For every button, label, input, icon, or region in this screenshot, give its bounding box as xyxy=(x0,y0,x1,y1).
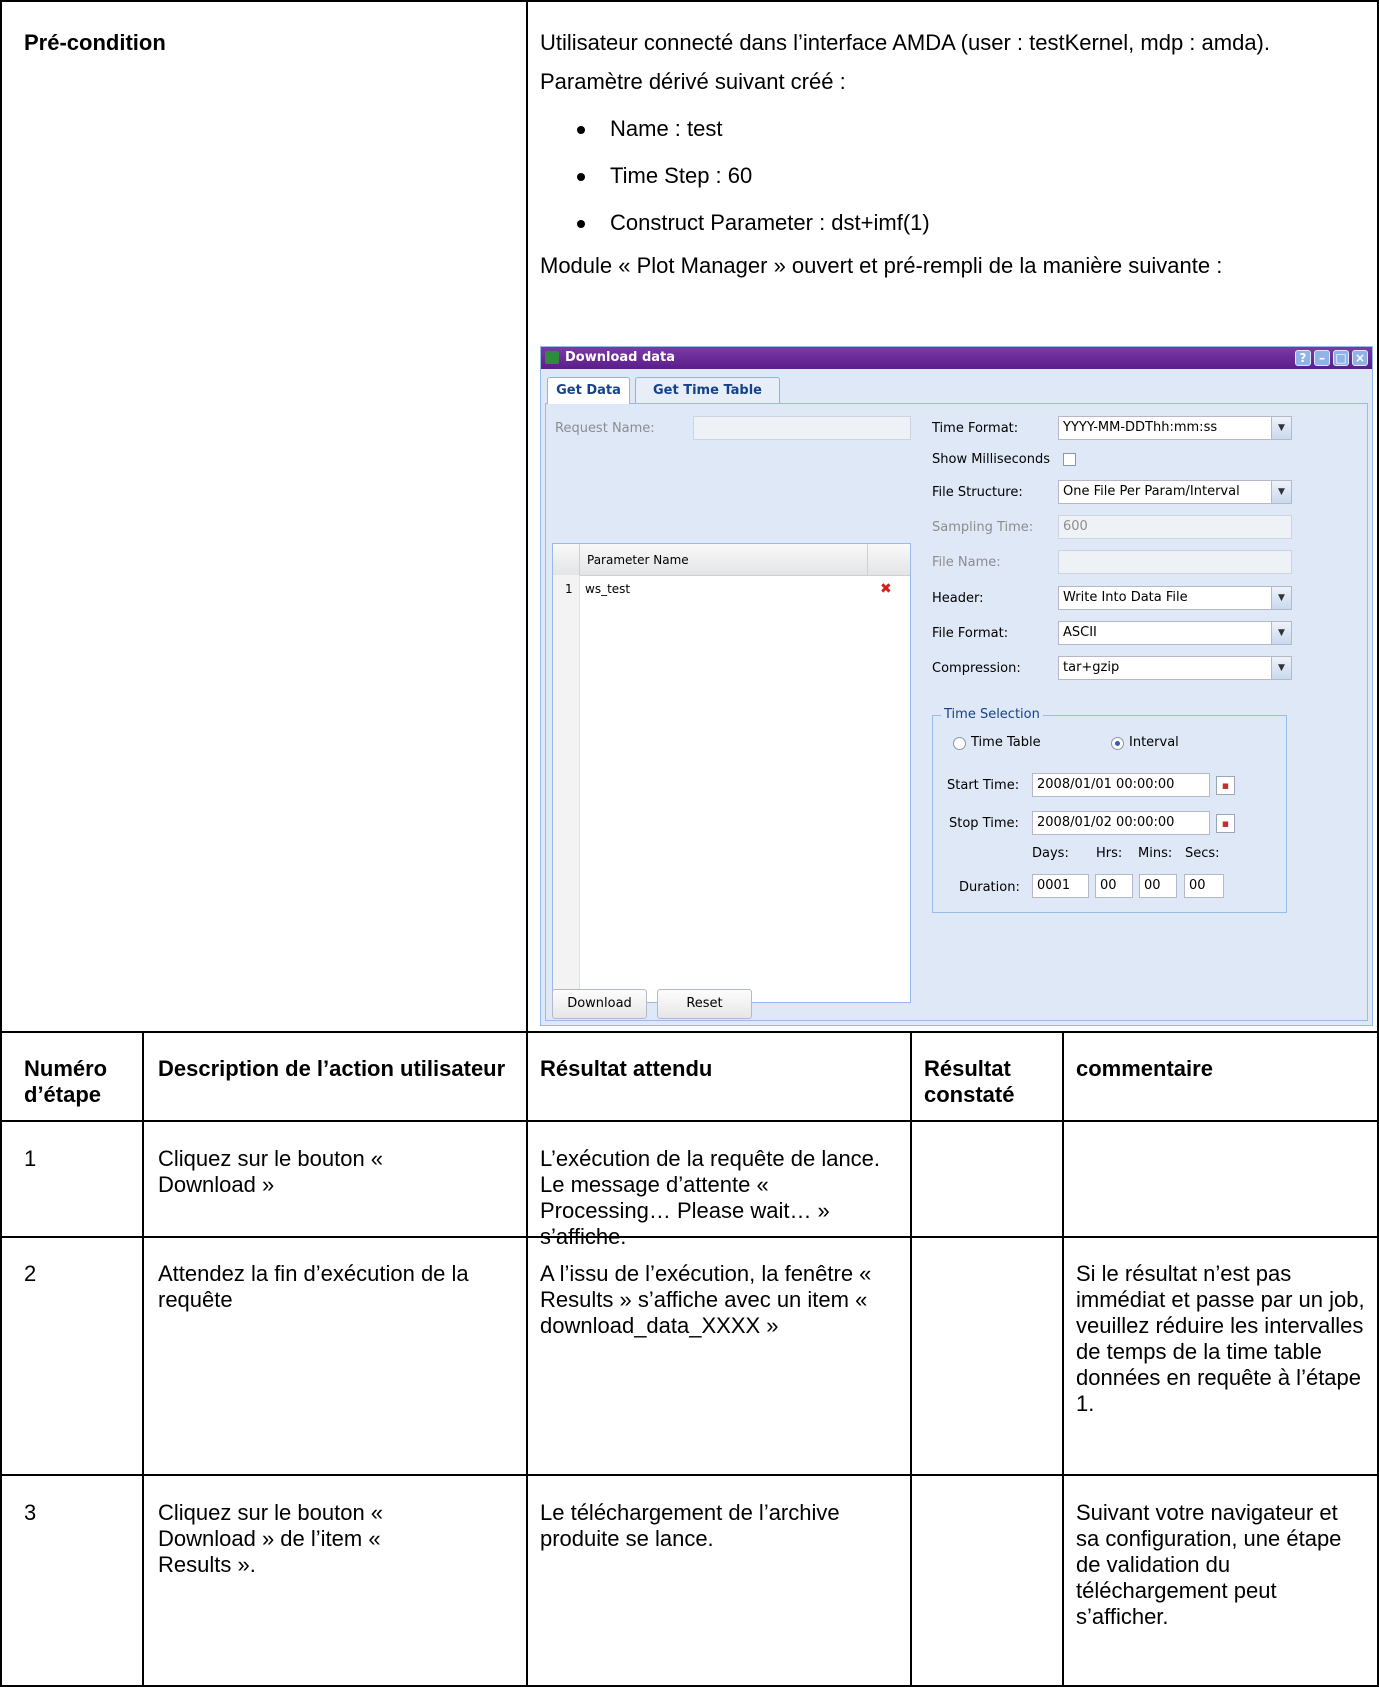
show-milliseconds-checkbox[interactable] xyxy=(1063,453,1076,466)
mins-label: Mins: xyxy=(1138,846,1173,861)
chevron-down-icon[interactable]: ▼ xyxy=(1271,657,1291,679)
precondition-label: Pré-condition xyxy=(24,30,166,55)
header-step-number: Numéro d’étape xyxy=(24,1056,108,1107)
file-name-label: File Name: xyxy=(932,555,1001,570)
file-format-select[interactable]: ASCII ▼ xyxy=(1058,621,1292,645)
list-item: Name : test xyxy=(540,116,1360,163)
grid-header: Parameter Name xyxy=(553,544,910,576)
stop-time-label: Stop Time: xyxy=(949,816,1019,831)
chevron-down-icon[interactable]: ▼ xyxy=(1271,417,1291,439)
duration-secs-input[interactable]: 00 xyxy=(1184,874,1224,898)
window-title: Download data xyxy=(565,350,676,365)
time-format-select[interactable]: YYYY-MM-DDThh:mm:ss ▼ xyxy=(1058,416,1292,440)
parameter-name-header: Parameter Name xyxy=(587,553,689,567)
header-comment: commentaire xyxy=(1076,1056,1213,1081)
step-comment: Si le résultat n’est pas immédiat et pas… xyxy=(1076,1261,1365,1416)
download-window-icon xyxy=(545,351,559,364)
list-item: Construct Parameter : dst+imf(1) xyxy=(540,210,1360,257)
precondition-bullet-list: Name : test Time Step : 60 Construct Par… xyxy=(540,116,1360,257)
precondition-user-line: Utilisateur connecté dans l’interface AM… xyxy=(540,30,1270,55)
days-label: Days: xyxy=(1032,846,1069,861)
row-number-column xyxy=(553,575,580,1002)
parameter-grid: Parameter Name 1 ws_test ✖ xyxy=(552,543,911,1003)
calendar-icon[interactable]: ▪ xyxy=(1216,776,1235,795)
step-comment: Suivant votre navigateur et sa configura… xyxy=(1076,1500,1342,1629)
step-action: Cliquez sur le bouton « Download » de l’… xyxy=(158,1500,384,1577)
download-button[interactable]: Download xyxy=(552,989,647,1019)
request-name-label: Request Name: xyxy=(555,421,655,436)
parameter-name-cell: ws_test xyxy=(585,582,631,596)
calendar-icon[interactable]: ▪ xyxy=(1216,814,1235,833)
stop-time-input[interactable]: 2008/01/02 00:00:00 xyxy=(1032,811,1210,835)
table-row[interactable]: 1 ws_test ✖ xyxy=(553,576,910,602)
help-icon[interactable]: ? xyxy=(1295,350,1311,366)
step-number: 3 xyxy=(24,1500,37,1525)
download-data-window: Download data ? – □ × Get Data Get Time … xyxy=(540,346,1373,1026)
step-expected: L’exécution de la requête de lance. Le m… xyxy=(540,1146,881,1249)
row-number: 1 xyxy=(565,582,573,596)
chevron-down-icon[interactable]: ▼ xyxy=(1271,622,1291,644)
step-action: Attendez la fin d’exécution de la requêt… xyxy=(158,1261,469,1312)
remove-parameter-icon[interactable]: ✖ xyxy=(880,581,892,597)
header-expected-result: Résultat attendu xyxy=(540,1056,713,1081)
time-selection-group: Time Selection Time Table Interval Start… xyxy=(932,707,1287,913)
tab-get-data[interactable]: Get Data xyxy=(547,377,630,404)
start-time-label: Start Time: xyxy=(947,778,1020,793)
precondition-text: Utilisateur connecté dans l’interface AM… xyxy=(540,30,1360,279)
list-item: Time Step : 60 xyxy=(540,163,1360,210)
step-number: 1 xyxy=(24,1146,37,1171)
file-structure-select[interactable]: One File Per Param/Interval ▼ xyxy=(1058,480,1292,504)
chevron-down-icon[interactable]: ▼ xyxy=(1271,481,1291,503)
interval-radio-label: Interval xyxy=(1129,735,1179,750)
file-structure-label: File Structure: xyxy=(932,485,1023,500)
header-action-description: Description de l’action utilisateur xyxy=(158,1056,506,1081)
step-expected: Le téléchargement de l’archive produite … xyxy=(540,1500,840,1551)
maximize-icon[interactable]: □ xyxy=(1333,350,1349,366)
file-name-input[interactable] xyxy=(1058,550,1292,574)
compression-label: Compression: xyxy=(932,661,1021,676)
interval-radio[interactable] xyxy=(1111,737,1124,750)
sampling-time-label: Sampling Time: xyxy=(932,520,1034,535)
step-action: Cliquez sur le bouton « Download » xyxy=(158,1146,384,1197)
get-data-panel: Request Name: Parameter Name 1 ws_test ✖… xyxy=(545,404,1368,1021)
tab-get-time-table[interactable]: Get Time Table xyxy=(635,377,780,403)
file-format-label: File Format: xyxy=(932,626,1009,641)
time-table-radio[interactable] xyxy=(953,737,966,750)
tab-bar: Get Data Get Time Table xyxy=(545,371,1368,404)
show-milliseconds-label: Show Milliseconds xyxy=(932,452,1051,467)
header-label: Header: xyxy=(932,591,984,606)
minimize-icon[interactable]: – xyxy=(1314,350,1330,366)
header-observed-result: Résultat constaté xyxy=(924,1056,1015,1107)
hrs-label: Hrs: xyxy=(1096,846,1123,861)
close-icon[interactable]: × xyxy=(1352,350,1368,366)
chevron-down-icon[interactable]: ▼ xyxy=(1271,587,1291,609)
header-select[interactable]: Write Into Data File ▼ xyxy=(1058,586,1292,610)
duration-hrs-input[interactable]: 00 xyxy=(1095,874,1133,898)
compression-select[interactable]: tar+gzip ▼ xyxy=(1058,656,1292,680)
duration-label: Duration: xyxy=(959,880,1020,895)
time-table-radio-label: Time Table xyxy=(971,735,1041,750)
secs-label: Secs: xyxy=(1185,846,1220,861)
sampling-time-input[interactable]: 600 xyxy=(1058,515,1292,539)
step-number: 2 xyxy=(24,1261,37,1286)
duration-days-input[interactable]: 0001 xyxy=(1032,874,1089,898)
reset-button[interactable]: Reset xyxy=(657,989,752,1019)
time-selection-legend: Time Selection xyxy=(941,707,1043,723)
start-time-input[interactable]: 2008/01/01 00:00:00 xyxy=(1032,773,1210,797)
time-format-label: Time Format: xyxy=(932,421,1019,436)
step-expected: A l’issu de l’exécution, la fenêtre « Re… xyxy=(540,1261,872,1338)
precondition-param-line: Paramètre dérivé suivant créé : xyxy=(540,69,846,94)
request-name-input[interactable] xyxy=(693,416,911,440)
duration-mins-input[interactable]: 00 xyxy=(1139,874,1177,898)
window-titlebar: Download data ? – □ × xyxy=(541,347,1372,369)
